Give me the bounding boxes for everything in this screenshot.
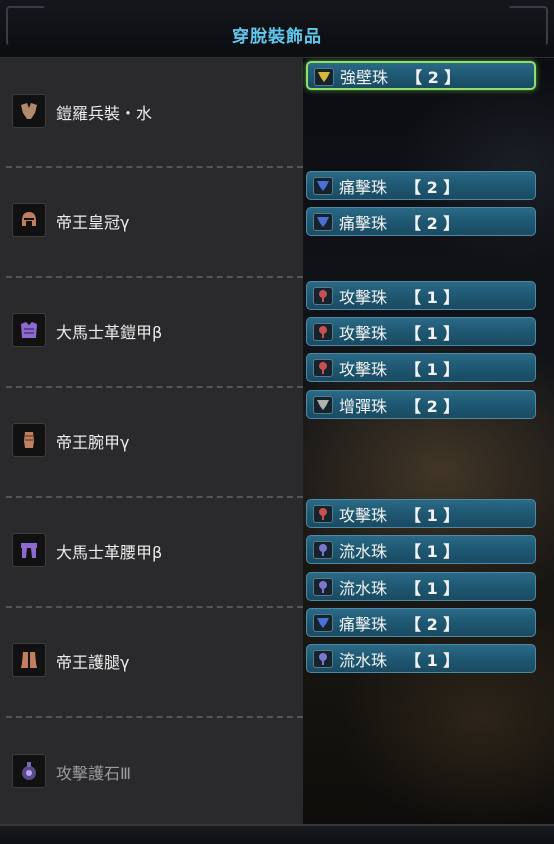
red-jewel-icon: [313, 323, 333, 341]
grey-jewel-icon: [313, 396, 333, 414]
violet-jewel-icon: [313, 578, 333, 596]
equipment-row-arms[interactable]: 帝王腕甲γ: [0, 388, 303, 498]
decoration-level: 【 1 】: [405, 323, 460, 343]
decoration-slot[interactable]: 流水珠 【 1 】: [306, 644, 536, 673]
decoration-slot[interactable]: 攻擊珠 【 1 】: [306, 281, 536, 310]
equipment-name: 帝王護腿γ: [56, 653, 130, 672]
equipment-name: 大馬士革腰甲β: [56, 543, 163, 562]
decoration-slot[interactable]: 攻擊珠 【 1 】: [306, 353, 536, 382]
violet-jewel-icon: [313, 650, 333, 668]
decoration-level: 【 1 】: [405, 505, 460, 525]
decoration-level: 【 2 】: [406, 67, 461, 87]
equipment-list: 鎧羅兵裝・水 帝王皇冠γ 大馬士革鎧甲β 帝王腕甲γ 大馬士革腰甲β 帝王護腿γ: [0, 58, 303, 824]
equipment-row-head[interactable]: 帝王皇冠γ: [0, 168, 303, 278]
gauntlet-armor-icon: [12, 423, 46, 457]
decoration-level: 【 2 】: [405, 177, 460, 197]
decoration-level: 【 1 】: [405, 287, 460, 307]
violet-jewel-icon: [313, 541, 333, 559]
helm-armor-icon: [12, 203, 46, 237]
equipment-name: 鎧羅兵裝・水: [56, 104, 153, 123]
equipment-name: 帝王皇冠γ: [56, 213, 130, 232]
equipment-name: 帝王腕甲γ: [56, 433, 130, 452]
decoration-name: 痛擊珠: [339, 213, 388, 233]
decoration-slot[interactable]: 攻擊珠 【 1 】: [306, 499, 536, 528]
decoration-name: 攻擊珠: [339, 505, 388, 525]
window-header: 穿脫裝飾品: [0, 0, 554, 58]
decoration-level: 【 2 】: [405, 213, 460, 233]
waist-armor-icon: [12, 533, 46, 567]
decoration-level: 【 2 】: [405, 614, 460, 634]
decoration-name: 攻擊珠: [339, 287, 388, 307]
equipment-row-waist[interactable]: 大馬士革腰甲β: [0, 498, 303, 608]
decoration-level: 【 1 】: [405, 359, 460, 379]
decoration-name: 攻擊珠: [339, 323, 388, 343]
decoration-name: 增彈珠: [339, 396, 388, 416]
charm-icon: [12, 754, 46, 788]
equipment-row-legs[interactable]: 帝王護腿γ: [0, 608, 303, 718]
arms-armor-icon: [12, 94, 46, 128]
decoration-level: 【 2 】: [405, 396, 460, 416]
decoration-level: 【 1 】: [405, 541, 460, 561]
decoration-slot[interactable]: 流水珠 【 1 】: [306, 572, 536, 601]
blue-jewel-icon: [313, 614, 333, 632]
red-jewel-icon: [313, 505, 333, 523]
equipment-row-chest[interactable]: 大馬士革鎧甲β: [0, 278, 303, 388]
window-bottom-frame: [0, 824, 554, 844]
decoration-name: 攻擊珠: [339, 359, 388, 379]
decoration-name: 流水珠: [339, 650, 388, 670]
blue-jewel-icon: [313, 177, 333, 195]
decoration-level: 【 1 】: [405, 578, 460, 598]
decoration-slot[interactable]: 流水珠 【 1 】: [306, 535, 536, 564]
red-jewel-icon: [313, 287, 333, 305]
window-title: 穿脫裝飾品: [232, 27, 322, 47]
equipment-name: 攻擊護石Ⅲ: [56, 764, 132, 783]
legs-armor-icon: [12, 643, 46, 677]
decoration-name: 痛擊珠: [339, 614, 388, 634]
decoration-slot[interactable]: 痛擊珠 【 2 】: [306, 608, 536, 637]
equipment-row-weapon-arms[interactable]: 鎧羅兵裝・水: [0, 58, 303, 168]
red-jewel-icon: [313, 359, 333, 377]
decoration-slot[interactable]: 攻擊珠 【 1 】: [306, 317, 536, 346]
decoration-name: 強壁珠: [340, 67, 389, 87]
decoration-slot[interactable]: 痛擊珠 【 2 】: [306, 207, 536, 236]
blue-jewel-icon: [313, 213, 333, 231]
decoration-slot[interactable]: 增彈珠 【 2 】: [306, 390, 536, 419]
decoration-name: 流水珠: [339, 541, 388, 561]
decoration-name: 痛擊珠: [339, 177, 388, 197]
decoration-level: 【 1 】: [405, 650, 460, 670]
decoration-slot[interactable]: 強壁珠 【 2 】: [306, 61, 536, 90]
chest-armor-icon: [12, 313, 46, 347]
decoration-slot[interactable]: 痛擊珠 【 2 】: [306, 171, 536, 200]
yellow-jewel-icon: [314, 68, 334, 86]
equipment-row-charm[interactable]: 攻擊護石Ⅲ: [0, 718, 303, 824]
equipment-name: 大馬士革鎧甲β: [56, 323, 163, 342]
decoration-name: 流水珠: [339, 578, 388, 598]
